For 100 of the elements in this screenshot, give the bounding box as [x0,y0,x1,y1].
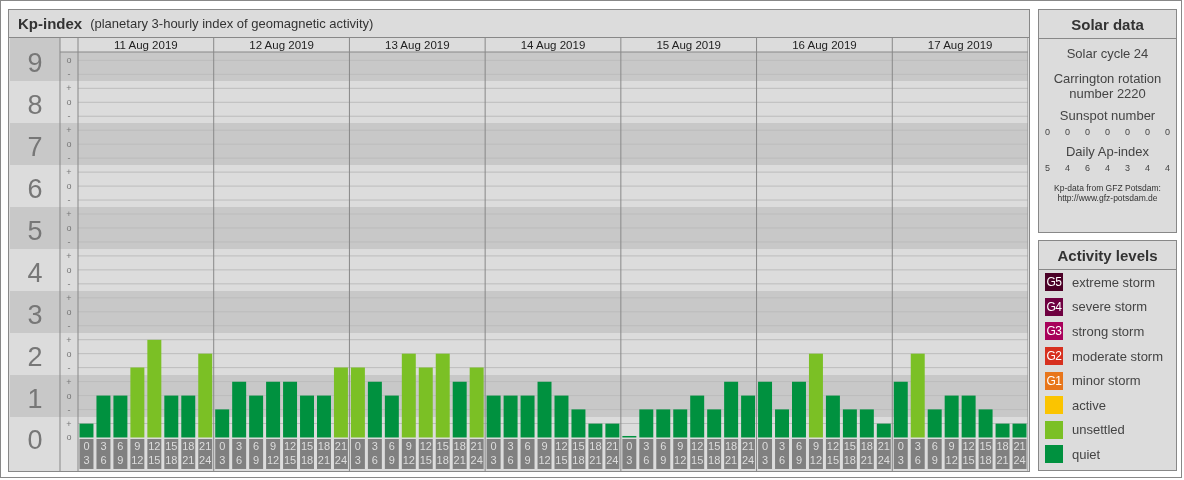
level-badge: G2 [1045,347,1063,366]
kp-bar [96,395,111,438]
time-slot-label: 9 12 [266,439,281,469]
kp-bar [537,381,552,438]
time-slot-label: 9 12 [401,439,416,469]
time-slot-label: 0 3 [758,439,773,469]
tick-mark-label: - [67,111,71,122]
time-slot-label: 6 9 [792,439,806,469]
x-tick-label: 0 3 [490,440,497,467]
x-tick-label: 0 3 [626,440,633,467]
x-tick-label: 3 6 [507,440,514,467]
kp-bar [452,381,467,438]
level-label: strong storm [1072,324,1145,339]
ap-index-value: 3 [1124,163,1130,173]
kp-bar [571,409,586,438]
time-slot-label: 3 6 [232,439,247,469]
ap-index-value: 4 [1065,163,1070,173]
time-slot-label: 18 21 [859,439,874,469]
x-tick-label: 6 9 [524,440,531,467]
kp-bar [927,409,942,438]
time-slot-label: 18 21 [588,439,603,469]
tick-mark-label: + [66,418,72,429]
tick-mark-label: o [66,55,72,66]
sunspot-value: 0 [1124,127,1130,137]
kp-bar [232,381,247,438]
time-slot-label: 6 9 [656,439,671,469]
panel-title: Activity levels [1039,241,1176,270]
time-slot-label: 0 3 [215,439,230,469]
level-label: severe storm [1072,299,1148,315]
date-label: 16 Aug 2019 [792,39,857,51]
time-slot-label: 18 21 [317,439,331,469]
axis-label: 3 [27,299,43,330]
time-slot-label: 21 24 [876,439,891,469]
x-tick-label: 0 3 [761,440,769,467]
tick-mark-label: - [67,320,71,331]
x-tick-label: 0 3 [83,440,90,467]
time-slot-label: 12 15 [418,439,433,469]
time-slot-label: 6 9 [384,439,399,469]
kp-bar [554,395,569,438]
sunspot-value: 0 [1084,127,1090,137]
time-slot-label: 18 21 [995,439,1010,469]
kp-bar [775,409,789,438]
tick-mark-label: + [66,334,72,345]
time-slot-label: 3 6 [639,439,654,469]
time-slot-label: 3 6 [367,439,382,469]
kp-bar [503,395,518,438]
time-slot-label: 15 18 [978,439,993,469]
tick-mark-label: + [66,125,72,136]
time-slot-label: 21 24 [469,439,484,469]
tick-mark-label: - [67,362,71,373]
kp-bar [656,409,671,438]
sunspot-value: 0 [1065,127,1070,137]
kp-bar [333,367,348,438]
time-slot-label: 15 18 [164,439,179,469]
time-slot-label: 9 12 [673,439,688,469]
time-slot-label: 6 9 [113,439,128,469]
time-slot-label: 0 3 [622,439,637,469]
time-slot-label: 3 6 [503,439,518,469]
time-slot-label: 0 3 [893,439,908,469]
x-tick-label: 3 6 [100,440,107,467]
ap-index-value: 4 [1144,163,1150,173]
time-slot-label: 15 18 [707,439,722,469]
level-label: active [1072,397,1106,413]
axis-label: 0 [27,425,43,456]
axis-label: 6 [27,174,43,205]
x-tick-label: 6 9 [931,440,938,467]
tick-mark-label: + [66,83,72,94]
ap-index-value: 4 [1164,163,1170,173]
axis-label: 9 [27,48,43,79]
kp-bar [758,381,773,438]
kp-bar [367,381,382,438]
axis-label: 5 [27,216,43,246]
axis-label: 4 [27,257,43,288]
tick-mark-label: + [66,376,72,387]
ap-index-value: 4 [1104,163,1110,173]
x-tick-label: 3 6 [643,440,650,467]
kp-bar [707,409,722,438]
kp-bar [350,367,365,438]
ap-index-label: Daily Ap-index [1064,144,1151,159]
time-slot-label: 6 9 [249,439,264,469]
time-slot-label: 21 24 [333,439,348,469]
kp-bar [673,409,688,438]
kp-bar [639,409,654,438]
time-slot-label: 3 6 [775,439,789,469]
kp-bar [283,381,298,438]
level-badge: G1 [1045,371,1063,390]
sunspot-value: 0 [1104,127,1110,137]
tick-mark-label: + [66,167,72,178]
time-slot-label: 3 6 [910,439,925,469]
x-tick-label: 0 3 [897,440,904,467]
kp-bar [825,395,840,438]
kp-bar [690,395,705,438]
date-label: 13 Aug 2019 [385,39,450,51]
tick-mark-label: o [66,348,72,359]
level-label: moderate storm [1072,348,1164,364]
kp-bar [486,395,501,438]
level-label: extreme storm [1072,274,1156,290]
time-slot-label: 15 18 [435,439,450,469]
tick-mark-label: o [66,306,72,317]
tick-mark-label: o [66,390,72,401]
